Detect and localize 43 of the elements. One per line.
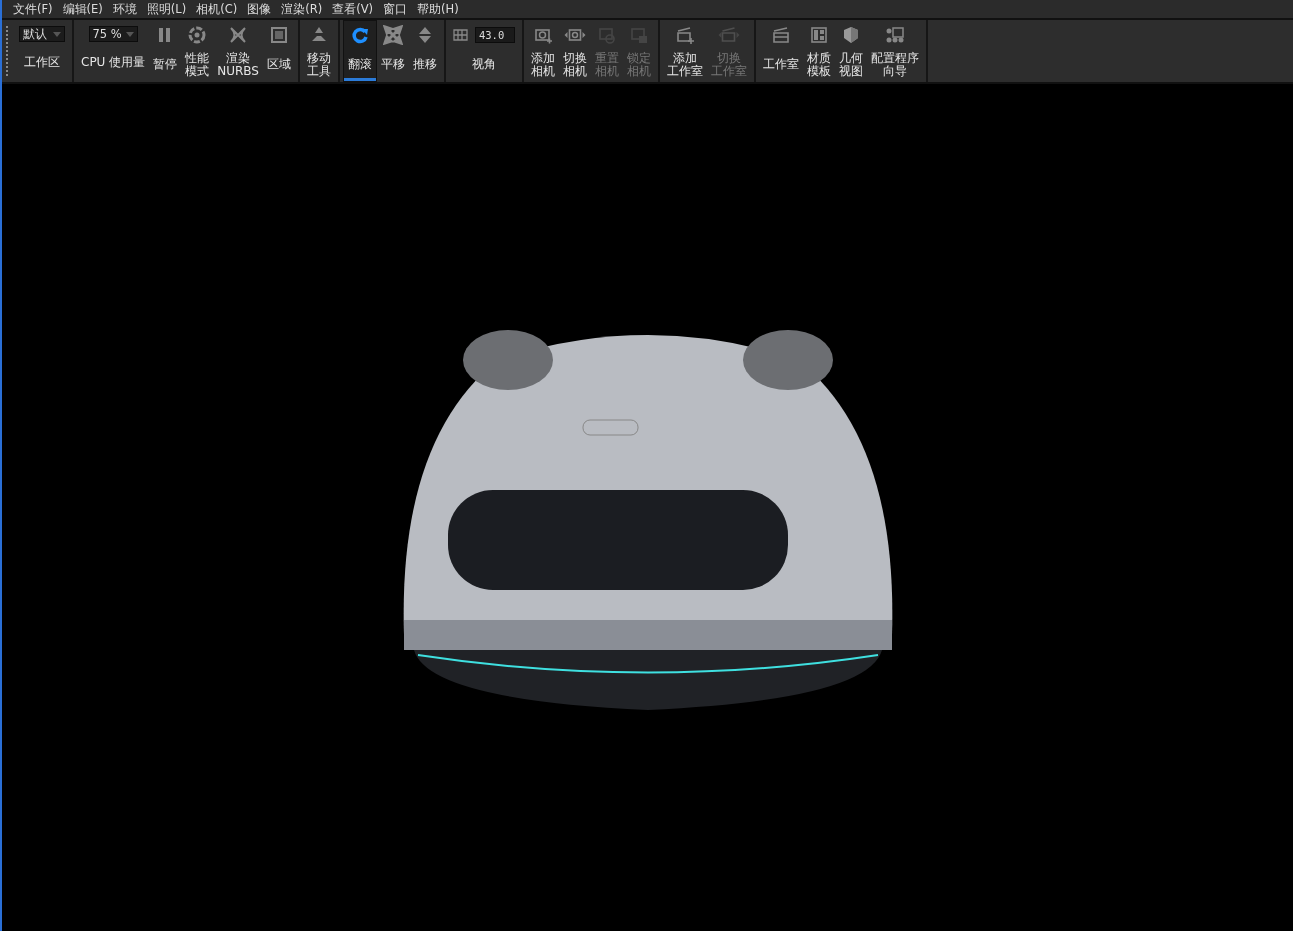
menu-item[interactable]: 查看(V) (327, 1, 379, 17)
dropdown[interactable]: 75 % (88, 26, 138, 42)
menu-item[interactable]: 图像 (242, 1, 277, 17)
curves-icon (228, 25, 249, 45)
grid-icon (452, 28, 469, 42)
tool-label: 视角 (471, 56, 496, 73)
dropdown[interactable]: 默认 (19, 26, 65, 42)
toolbar-button[interactable]: 配置程序 向导 (866, 20, 923, 82)
clapboard-switch-icon (717, 25, 740, 45)
toolbar-button[interactable]: 翻滚 (342, 20, 377, 82)
square-frame-icon (268, 25, 289, 45)
toolbar-button[interactable]: 渲染 NURBS (213, 20, 263, 82)
menu-item[interactable]: 渲染(R) (276, 1, 328, 17)
menu-item[interactable]: 帮助(H) (412, 1, 464, 17)
toolbar-button[interactable]: 移动 工具 (302, 20, 335, 82)
toolbar-button[interactable]: 暂停 (149, 20, 182, 82)
toolbar-button[interactable]: 区域 (262, 20, 295, 82)
menu-item[interactable]: 窗口 (378, 1, 413, 17)
menu-item[interactable]: 文件(F) (8, 1, 58, 17)
camera-lock-icon (628, 25, 649, 45)
dropdown-arrow-icon (125, 31, 134, 37)
toolbar-button[interactable]: 添加 工作室 (662, 20, 707, 82)
toolbar-button[interactable]: 工作室 (758, 20, 803, 82)
nodes-icon (884, 25, 905, 45)
toolbar-button[interactable]: 平移 (376, 20, 409, 82)
camera-reset-icon (596, 25, 617, 45)
menu-item[interactable]: 照明(L) (141, 1, 192, 17)
toolbar-button[interactable]: 性能 模式 (181, 20, 214, 82)
tool-label: CPU 使用量 (81, 53, 146, 71)
toolbar-button[interactable]: 切换 相机 (558, 20, 591, 82)
toolbar-button[interactable]: 添加 相机 (526, 20, 559, 82)
panels-icon (808, 25, 829, 45)
menu-item[interactable]: 环境 (107, 1, 142, 17)
toolbar-button[interactable]: 推移 (408, 20, 441, 82)
menu-item[interactable]: 编辑(E) (57, 1, 108, 17)
menu-item[interactable]: 相机(C) (191, 1, 243, 17)
angle-field[interactable]: 43.0 (474, 27, 515, 43)
clapboard-icon (770, 25, 791, 45)
toolbar-button[interactable]: 几何 视图 (834, 20, 867, 82)
dropdown-arrow-icon (53, 31, 61, 37)
toolbar-button[interactable]: 材质 模板 (802, 20, 835, 82)
clapboard-plus-icon (674, 25, 695, 45)
tool-label: 工作区 (24, 53, 60, 71)
